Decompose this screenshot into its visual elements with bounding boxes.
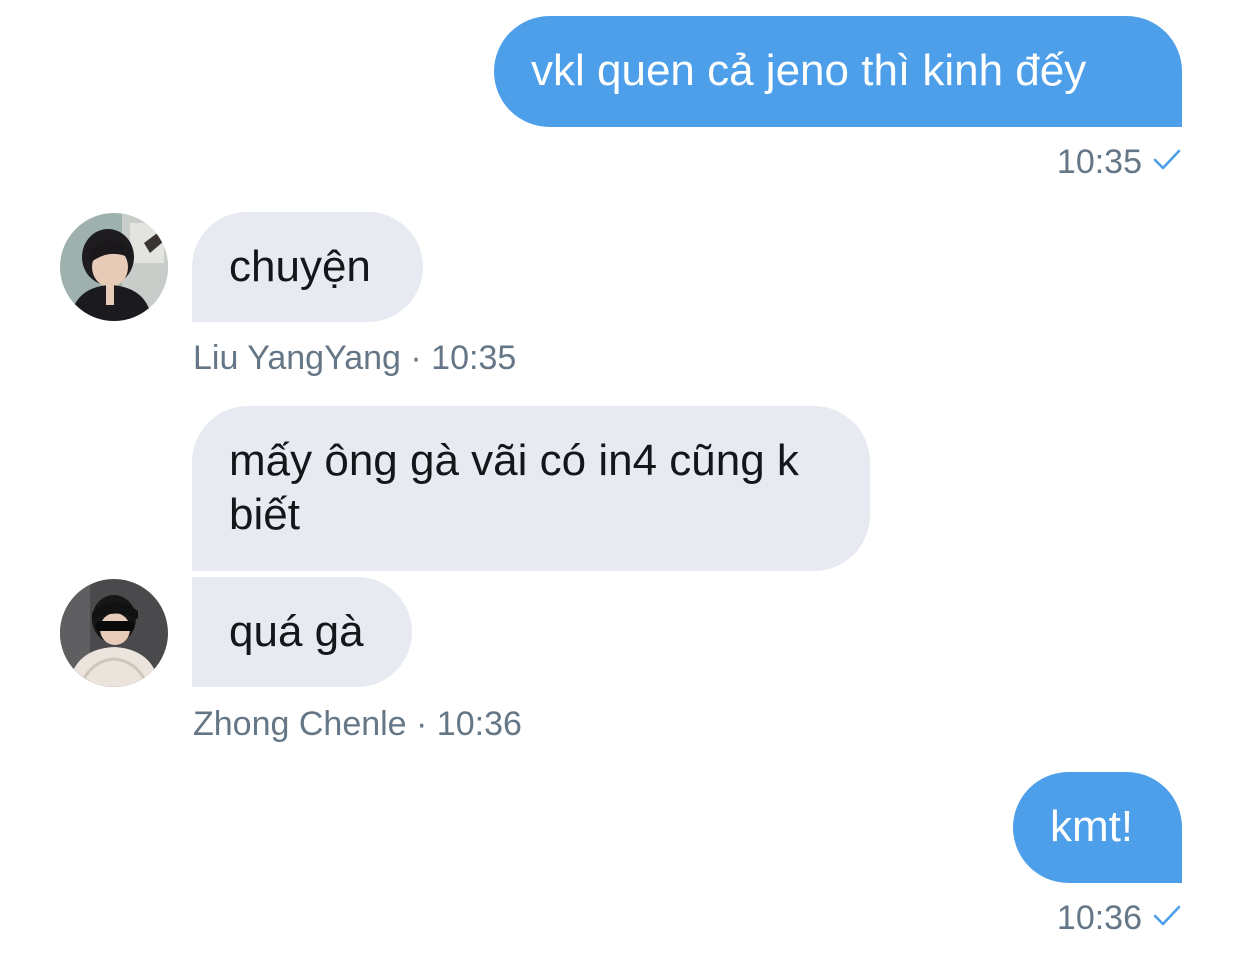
message-meta: 10:36 [900, 898, 1182, 940]
message-text: quá gà [229, 607, 364, 656]
avatar-zhong-chenle[interactable] [60, 579, 168, 687]
message-text: kmt! [1050, 802, 1134, 851]
message-meta: Zhong Chenle · 10:36 [193, 704, 522, 744]
timestamp: 10:35 [1056, 143, 1142, 181]
message-meta: 10:35 [900, 142, 1182, 184]
timestamp: 10:36 [1056, 899, 1142, 937]
avatar-liu-yangyang[interactable] [60, 213, 168, 321]
incoming-message-bubble[interactable]: chuyện [192, 212, 423, 322]
message-text: vkl quen cả jeno thì kinh đếy [531, 46, 1087, 95]
incoming-message-bubble[interactable]: mấy ông gà vãi có in4 cũng k biết [192, 406, 870, 571]
checkmark-icon [1152, 141, 1182, 181]
message-meta: Liu YangYang · 10:35 [193, 338, 516, 378]
incoming-message-bubble[interactable]: quá gà [192, 577, 412, 687]
sender-and-time: Liu YangYang · 10:35 [193, 339, 517, 377]
checkmark-icon [1152, 897, 1182, 937]
outgoing-message-bubble[interactable]: vkl quen cả jeno thì kinh đếy [494, 16, 1182, 127]
message-text: mấy ông gà vãi có in4 cũng k biết [229, 436, 799, 539]
message-text: chuyện [229, 242, 371, 291]
outgoing-message-bubble[interactable]: kmt! [1013, 772, 1182, 883]
sender-and-time: Zhong Chenle · 10:36 [193, 705, 522, 743]
